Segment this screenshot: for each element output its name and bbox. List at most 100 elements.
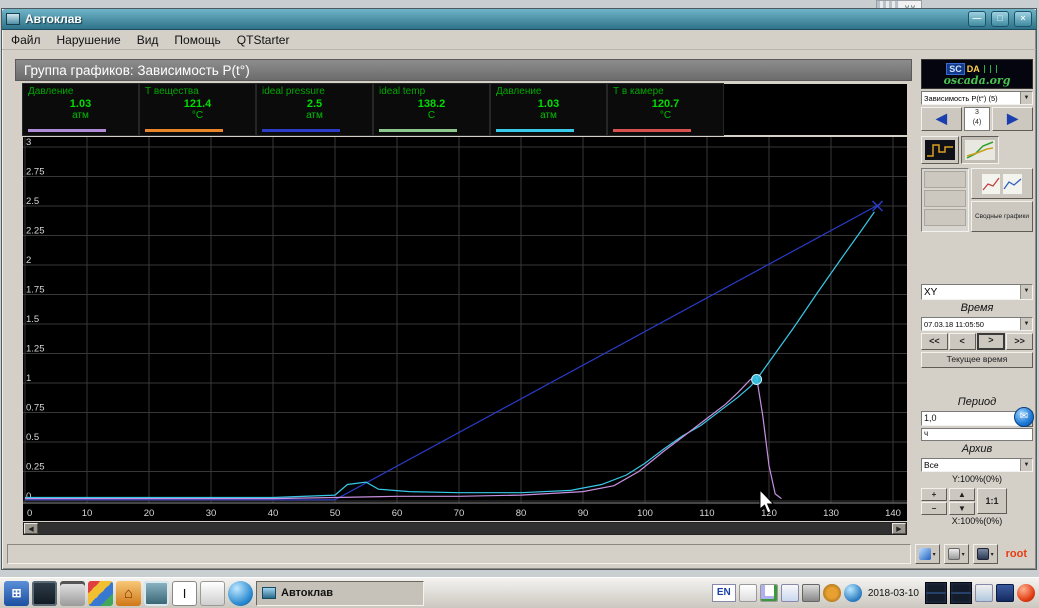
current-time-button[interactable]: Текущее время — [921, 352, 1033, 368]
scroll-left-icon[interactable]: ◀ — [24, 523, 38, 534]
minimize-button[interactable]: — — [968, 11, 986, 27]
step-last-button[interactable]: >> — [1006, 333, 1033, 350]
chart-group-title: Группа графиков: Зависимость P(t°) — [15, 59, 912, 81]
paint-launcher-icon[interactable] — [88, 581, 113, 606]
legend-item-ideal-temp[interactable]: ideal temp 138.2 C — [374, 84, 489, 135]
next-graph-button[interactable]: ▶ — [992, 107, 1033, 131]
mode-select-combo[interactable]: XY ▼ — [921, 284, 1033, 300]
step-next-button[interactable]: > — [977, 333, 1006, 350]
clock-hours-tile[interactable] — [925, 582, 947, 604]
notes-tray-icon[interactable] — [739, 584, 757, 602]
combo-arrow-icon[interactable]: ▼ — [1020, 459, 1032, 471]
taskbar-task-autoclave[interactable]: Автоклав — [256, 581, 424, 606]
home-folder-icon[interactable]: ⌂ — [116, 581, 141, 606]
graph-list[interactable] — [921, 168, 969, 232]
summary-graphs-button[interactable]: Сводные графики — [971, 201, 1033, 232]
mail-tray-icon[interactable] — [781, 584, 799, 602]
titlebar[interactable]: Автоклав — □ × — [2, 9, 1036, 30]
qtstarter-float-button[interactable]: ✉ — [1014, 407, 1034, 427]
trend-view-button[interactable] — [921, 136, 959, 164]
combo-arrow-icon[interactable]: ▼ — [1020, 92, 1032, 104]
alarm-quittance-button[interactable]: ▾ — [915, 544, 940, 564]
desktop-monitor-icon[interactable] — [32, 581, 57, 606]
view-mode-row — [921, 136, 1033, 166]
clock-date[interactable]: 2018-03-10 — [865, 588, 922, 599]
screen-launcher-icon[interactable] — [144, 581, 169, 606]
mini-graphs-button[interactable] — [971, 168, 1033, 199]
svg-text:50: 50 — [330, 508, 341, 519]
svg-text:30: 30 — [206, 508, 217, 519]
printer-launcher-icon[interactable] — [60, 581, 85, 606]
scroll-track[interactable] — [38, 523, 892, 534]
applet-tray-icon[interactable] — [996, 584, 1014, 602]
printer-tray-icon[interactable] — [802, 584, 820, 602]
legend-name: Давление — [28, 86, 133, 97]
xy-curves-icon — [965, 140, 995, 160]
period-value[interactable]: 1,0 — [921, 411, 1020, 426]
document-launcher-icon[interactable] — [200, 581, 225, 606]
svg-text:3: 3 — [26, 137, 31, 148]
chart-svg: 00.250.50.7511.251.51.7522.252.52.753010… — [23, 137, 907, 521]
export-button[interactable]: ▾ — [973, 544, 998, 564]
clock-minutes-tile[interactable] — [950, 582, 972, 604]
svg-text:60: 60 — [392, 508, 403, 519]
period-unit-field[interactable]: ч — [921, 428, 1033, 441]
keyboard-layout-indicator[interactable]: EN — [712, 584, 736, 602]
menu-view[interactable]: Вид — [137, 33, 159, 47]
pan-up-down: ▲ ▼ — [949, 488, 975, 514]
one-to-one-button[interactable]: 1:1 — [977, 488, 1007, 514]
legend-color-bar — [613, 129, 691, 132]
summary-graphs-label: Сводные графики — [974, 212, 1030, 221]
svg-text:80: 80 — [516, 508, 527, 519]
scroll-right-icon[interactable]: ▶ — [892, 523, 906, 534]
network-tray-icon[interactable] — [844, 584, 862, 602]
legend-item-pressure-2[interactable]: Давление 1.03 атм — [491, 84, 606, 135]
pan-down-button[interactable]: ▼ — [949, 502, 975, 515]
svg-text:0: 0 — [27, 508, 32, 519]
menu-qtstarter[interactable]: QTStarter — [237, 33, 290, 47]
legend-item-chamber-temp[interactable]: Т в камере 120.7 °C — [608, 84, 723, 135]
horizontal-scrollbar[interactable]: ◀ ▶ — [23, 522, 907, 535]
close-button[interactable]: × — [1014, 11, 1032, 27]
legend-name: ideal pressure — [262, 86, 367, 97]
pan-up-button[interactable]: ▲ — [949, 488, 975, 501]
combo-arrow-icon[interactable]: ▼ — [1020, 285, 1032, 299]
zoom-in-button[interactable]: + — [921, 488, 947, 501]
combo-arrow-icon[interactable]: ▼ — [1020, 318, 1032, 330]
taskbar: ⊞ ⌂ I Автоклав EN 2018-03-10 — [0, 577, 1039, 608]
step-prev-button[interactable]: < — [949, 333, 976, 350]
svg-text:0.25: 0.25 — [26, 462, 45, 473]
start-menu-icon[interactable]: ⊞ — [4, 581, 29, 606]
qt-launcher-icon[interactable] — [228, 581, 253, 606]
menu-help[interactable]: Помощь — [174, 33, 220, 47]
legend-item-ideal-pressure[interactable]: ideal pressure 2.5 атм — [257, 84, 372, 135]
graph-select-combo[interactable]: Зависимость P(t°) (5) ▼ — [921, 91, 1033, 105]
legend-item-substance-temp[interactable]: Т вещества 121.4 °C — [140, 84, 255, 135]
time-combo[interactable]: 07.03.18 11:05:50 ▼ — [921, 317, 1033, 331]
menu-violation[interactable]: Нарушение — [57, 33, 121, 47]
legend-color-bar — [145, 129, 223, 132]
zoom-out-button[interactable]: − — [921, 502, 947, 515]
chart-panel: Группа графиков: Зависимость P(t°) Давле… — [15, 59, 912, 535]
task-label: Автоклав — [281, 587, 333, 599]
chart-canvas[interactable]: 00.250.50.7511.251.51.7522.252.52.753010… — [23, 137, 907, 521]
menu-file[interactable]: Файл — [11, 33, 41, 47]
battery-tray-icon[interactable] — [975, 584, 993, 602]
archive-combo[interactable]: Все ▼ — [921, 458, 1033, 472]
archive-section-label: Архив — [921, 443, 1033, 456]
zoom-controls: + − ▲ ▼ 1:1 — [921, 488, 1033, 514]
svg-text:130: 130 — [823, 508, 839, 519]
printer-icon — [948, 548, 960, 560]
settings-tray-icon[interactable] — [823, 584, 841, 602]
xy-view-button[interactable] — [961, 136, 999, 164]
chart-tray-icon[interactable] — [760, 584, 778, 602]
text-editor-icon[interactable]: I — [172, 581, 197, 606]
status-message-area — [7, 544, 911, 564]
maximize-button[interactable]: □ — [991, 11, 1009, 27]
legend-item-pressure-1[interactable]: Давление 1.03 атм — [23, 84, 138, 135]
legend-name: ideal temp — [379, 86, 484, 97]
step-first-button[interactable]: << — [921, 333, 948, 350]
prev-graph-button[interactable]: ◀ — [921, 107, 962, 131]
power-tray-icon[interactable] — [1017, 584, 1035, 602]
print-button[interactable]: ▾ — [944, 544, 969, 564]
